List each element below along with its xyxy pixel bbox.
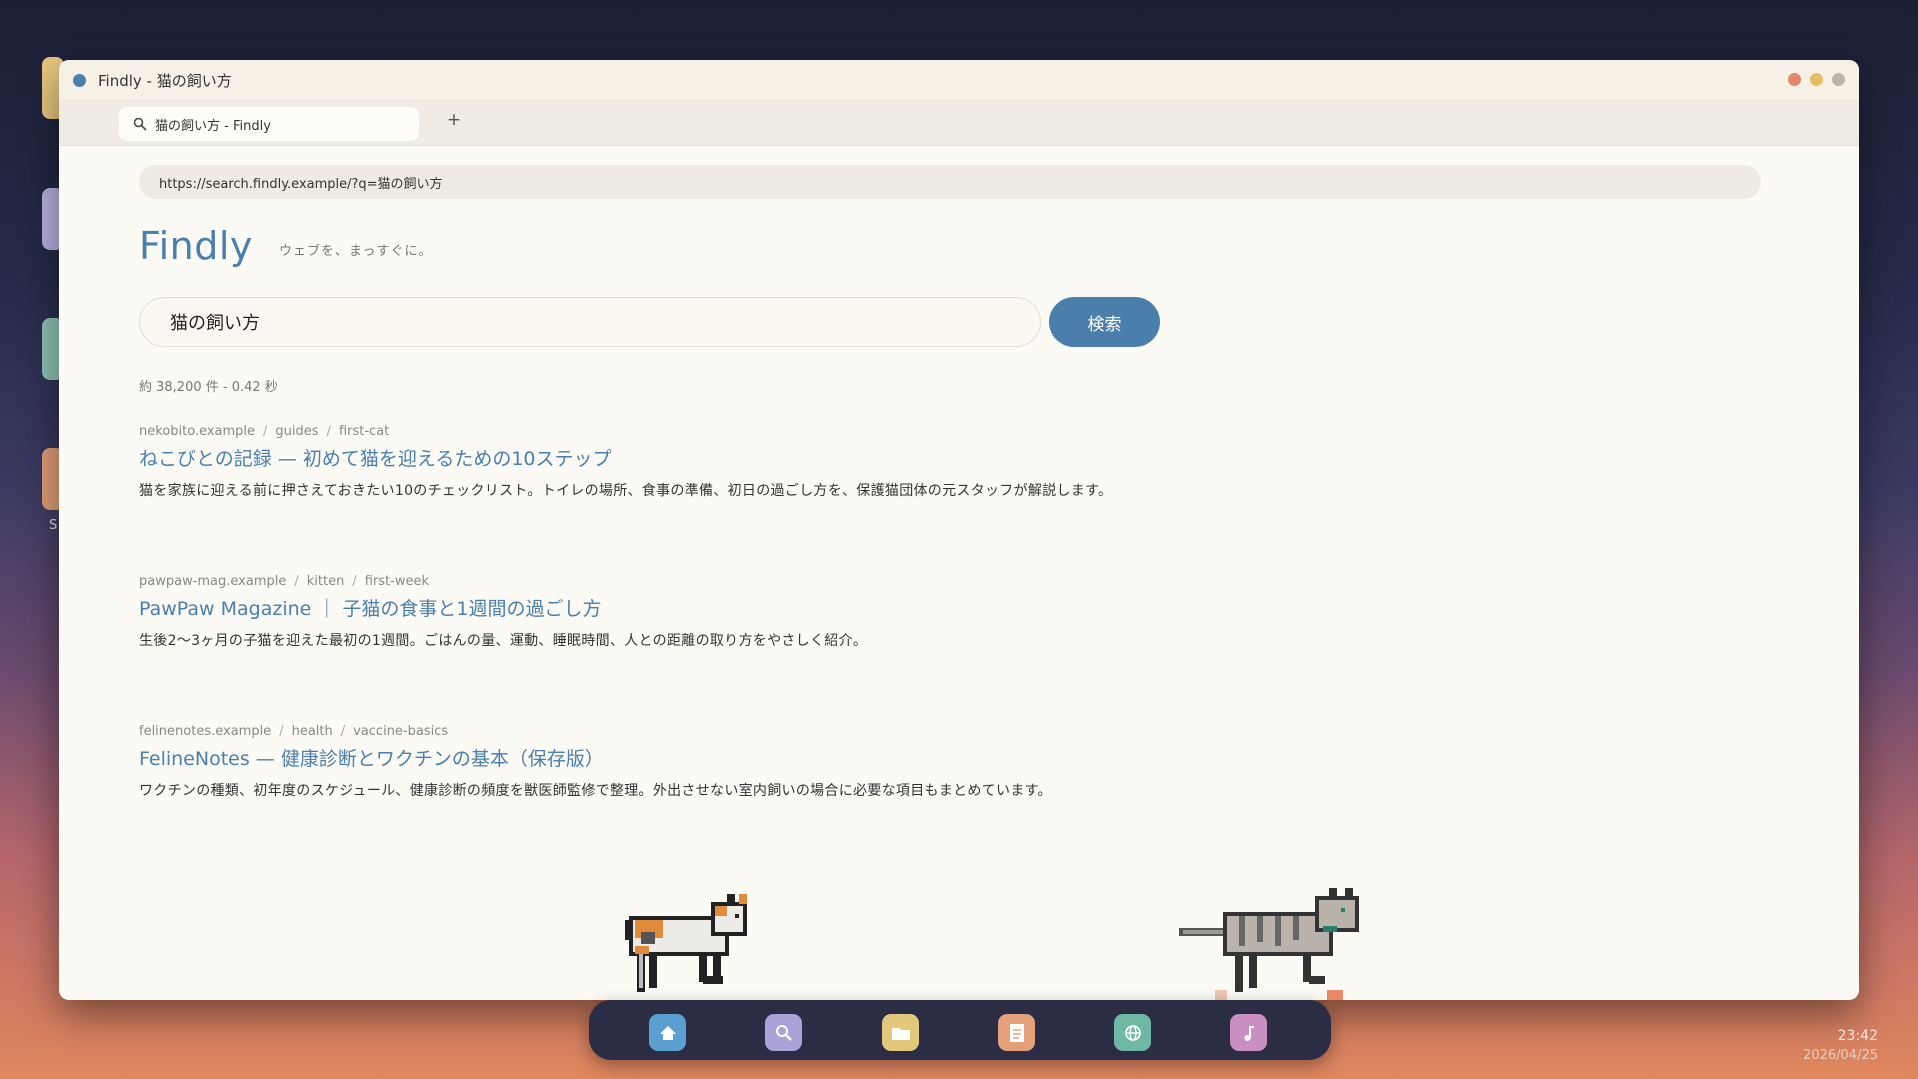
- clock-time: 23:42: [1837, 1028, 1878, 1044]
- desktop-icon-label: S: [49, 518, 58, 533]
- findly-logo[interactable]: Findly: [139, 224, 253, 268]
- tab-active[interactable]: 猫の飼い方 - Findly: [119, 107, 419, 141]
- dock-music[interactable]: [1230, 1014, 1267, 1051]
- crumb-domain: pawpaw-mag.example: [139, 574, 287, 589]
- search-result: felinenotes.example / health / vaccine-bas…: [139, 724, 1739, 800]
- dock-notes[interactable]: [998, 1014, 1035, 1051]
- calico-cat-sprite[interactable]: [615, 886, 771, 1000]
- result-breadcrumb: nekobito.example / guides / first-cat: [139, 424, 390, 439]
- dock-browser[interactable]: [1114, 1014, 1151, 1051]
- search-input[interactable]: [139, 297, 1041, 347]
- result-breadcrumb: felinenotes.example / health / vaccine-bas…: [139, 724, 449, 739]
- new-tab-button[interactable]: +: [442, 110, 466, 130]
- clock-date: 2026/04/25: [1803, 1048, 1878, 1063]
- close-button[interactable]: [1788, 73, 1801, 86]
- music-icon: [1244, 1025, 1254, 1041]
- result-title-link[interactable]: FelineNotes — 健康診断とワクチンの基本（保存版）: [139, 744, 1739, 771]
- dock-search[interactable]: [765, 1014, 802, 1051]
- result-snippet: 生後2〜3ヶ月の子猫を迎えた最初の1週間。ごはんの量、運動、睡眠時間、人との距離…: [139, 633, 868, 649]
- title-bar[interactable]: Findly - 猫の飼い方: [59, 60, 1859, 100]
- maximize-button[interactable]: [1832, 73, 1845, 86]
- result-stats: 約 38,200 件 - 0.42 秒: [139, 380, 278, 395]
- home-icon: [659, 1025, 676, 1040]
- tab-label: 猫の飼い方 - Findly: [155, 118, 271, 134]
- dock: [589, 1000, 1331, 1060]
- tagline: ウェブを、まっすぐに。: [279, 244, 433, 259]
- folder-icon: [891, 1027, 910, 1040]
- crumb-path: first-cat: [338, 424, 390, 439]
- result-title-link[interactable]: ねこびとの記録 — 初めて猫を迎えるための10ステップ: [139, 444, 1739, 471]
- result-title-link[interactable]: PawPaw Magazine ｜ 子猫の食事と1週間の過ごし方: [139, 594, 1739, 621]
- system-clock[interactable]: 23:42 2026/04/25: [1803, 1028, 1878, 1063]
- search-result: pawpaw-mag.example / kitten / first-week P…: [139, 574, 1739, 650]
- crumb-path: kitten: [306, 574, 345, 589]
- window-title: Findly - 猫の飼い方: [98, 71, 232, 90]
- search-button[interactable]: 検索: [1049, 297, 1160, 347]
- app-icon: [73, 73, 86, 87]
- address-bar[interactable]: https://search.findly.example/?q=猫の飼い方: [139, 165, 1761, 199]
- dock-files[interactable]: [882, 1014, 919, 1051]
- crumb-domain: nekobito.example: [139, 424, 256, 439]
- tabby-cat-sprite[interactable]: [1179, 886, 1375, 1000]
- address-url: https://search.findly.example/?q=猫の飼い方: [159, 176, 443, 192]
- result-breadcrumb: pawpaw-mag.example / kitten / first-week: [139, 574, 429, 589]
- search-result: nekobito.example / guides / first-cat ねこびと…: [139, 424, 1739, 500]
- crumb-path: first-week: [364, 574, 429, 589]
- document-icon: [1009, 1023, 1024, 1042]
- search-icon: [133, 117, 147, 131]
- crumb-domain: felinenotes.example: [139, 724, 272, 739]
- browser-window: Findly - 猫の飼い方 猫の飼い方 - Findly + https://…: [59, 60, 1859, 1000]
- search-icon: [775, 1024, 792, 1041]
- result-snippet: ワクチンの種類、初年度のスケジュール、健康診断の頻度を獣医師監修で整理。外出させ…: [139, 783, 1052, 799]
- globe-icon: [1124, 1024, 1141, 1041]
- result-snippet: 猫を家族に迎える前に押さえておきたい10のチェックリスト。トイレの場所、食事の準…: [139, 483, 1113, 499]
- dock-home[interactable]: [649, 1014, 686, 1051]
- crumb-path: guides: [275, 424, 319, 439]
- crumb-path: vaccine-basics: [353, 724, 449, 739]
- minimize-button[interactable]: [1810, 73, 1823, 86]
- tab-bar: 猫の飼い方 - Findly +: [59, 100, 1859, 146]
- crumb-path: health: [291, 724, 333, 739]
- window-controls: [1788, 73, 1845, 86]
